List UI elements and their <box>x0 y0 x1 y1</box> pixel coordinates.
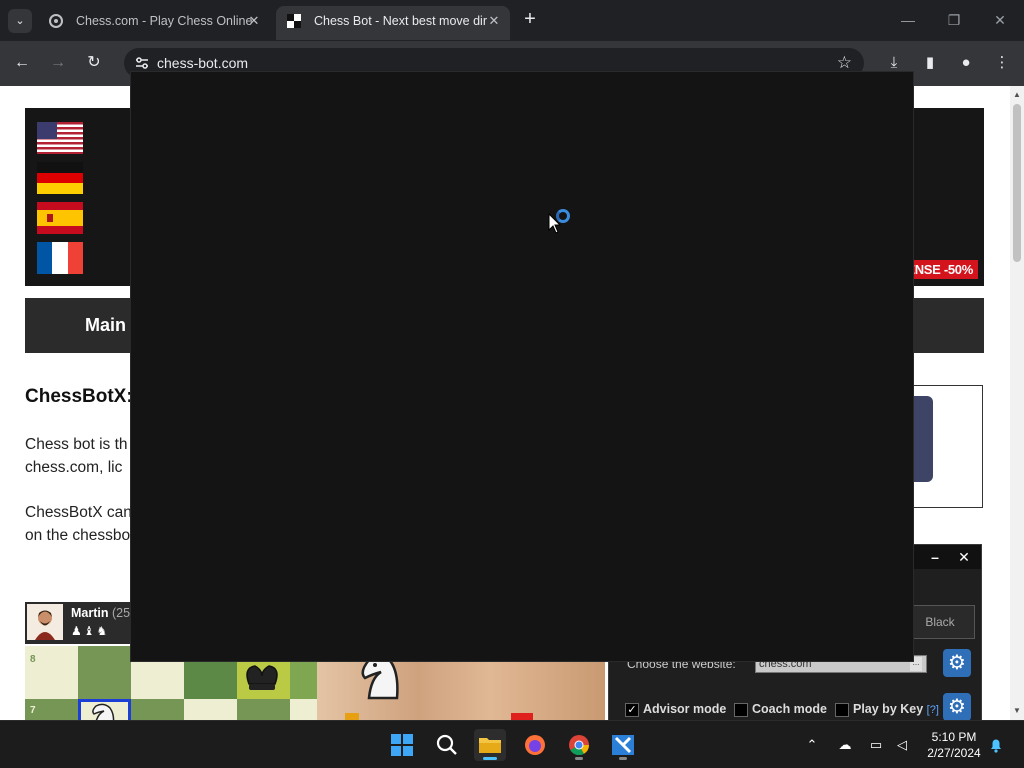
kebab-menu-icon[interactable]: ⋮ <box>990 51 1014 75</box>
new-tab-button[interactable]: + <box>520 9 540 29</box>
chessbot-app-icon[interactable] <box>607 729 639 761</box>
minimize-icon[interactable]: — <box>896 10 920 30</box>
notification-bell-icon[interactable] <box>986 735 1006 755</box>
chevron-up-icon[interactable]: ⌃ <box>802 735 822 755</box>
rank-label: 7 <box>30 705 36 716</box>
white-knight-icon[interactable] <box>87 702 121 720</box>
tab-chess-com[interactable]: Chess.com - Play Chess Online ✕ <box>38 6 270 40</box>
board-square[interactable] <box>184 699 237 720</box>
player-name: Martin (25 <box>71 606 131 620</box>
side-panel-icon[interactable]: ▮ <box>918 51 942 75</box>
menu-item-main[interactable]: Main <box>85 315 126 336</box>
tab-title: Chess.com - Play Chess Online <box>76 14 252 28</box>
scrollbar-thumb[interactable] <box>1013 104 1021 262</box>
arrow-marker <box>511 713 533 720</box>
forward-arrow-icon[interactable]: → <box>46 51 70 75</box>
close-tab-icon[interactable]: ✕ <box>246 13 262 29</box>
options-settings-gear-icon[interactable]: ⚙ <box>943 693 971 720</box>
tab-strip: ⌄ Chess.com - Play Chess Online ✕ Chess … <box>0 0 1024 41</box>
profile-icon[interactable]: ● <box>954 51 978 75</box>
board-square[interactable] <box>237 699 290 720</box>
scroll-down-icon[interactable]: ▼ <box>1010 704 1024 718</box>
onedrive-cloud-icon[interactable]: ☁ <box>835 735 855 755</box>
rank-label: 8 <box>30 654 36 665</box>
tab-search-button[interactable]: ⌄ <box>8 9 32 33</box>
close-icon[interactable]: ✕ <box>954 547 974 567</box>
clock-time: 5:10 PM <box>931 730 977 744</box>
play-by-key-label: Play by Key [?] <box>853 702 939 716</box>
player-avatar <box>27 604 63 640</box>
chess-com-favicon-icon <box>49 14 63 28</box>
clock-date: 2/27/2024 <box>927 746 981 760</box>
volume-muted-icon[interactable]: ◁ <box>892 735 912 755</box>
loading-overlay[interactable] <box>130 71 914 662</box>
advisor-mode-label: Advisor mode <box>643 702 727 716</box>
chessboard-favicon-icon <box>287 14 301 28</box>
us-flag-icon[interactable] <box>37 122 83 154</box>
coach-mode-checkbox[interactable] <box>734 703 748 717</box>
close-tab-icon[interactable]: ✕ <box>486 13 502 29</box>
intro-paragraph-line: Chess bot is th <box>25 436 128 453</box>
minimize-icon[interactable]: – <box>925 547 945 567</box>
bookmark-star-icon[interactable]: ☆ <box>837 53 852 73</box>
close-window-icon[interactable]: ✕ <box>988 10 1012 30</box>
file-explorer-icon[interactable] <box>474 729 506 761</box>
coach-mode-label: Coach mode <box>752 702 828 716</box>
chrome-icon[interactable] <box>563 729 595 761</box>
scroll-up-icon[interactable]: ▲ <box>1010 88 1024 102</box>
mouse-cursor-icon <box>548 213 562 234</box>
page-scrollbar[interactable]: ▲ ▼ <box>1010 86 1024 720</box>
player-info: Martin (25 ♟♝♞ <box>25 602 135 644</box>
promo-image[interactable] <box>913 396 933 482</box>
spain-flag-icon[interactable] <box>37 202 83 234</box>
windows-taskbar: ⌃ ☁ ▭ ◁ 5:10 PM 2/27/2024 <box>0 720 1024 768</box>
play-by-key-checkbox[interactable] <box>835 703 849 717</box>
advisor-mode-checkbox[interactable]: ✓ <box>625 703 639 717</box>
back-arrow-icon[interactable]: ← <box>10 51 34 75</box>
display-icon[interactable]: ▭ <box>866 735 886 755</box>
search-icon[interactable] <box>431 729 463 761</box>
france-flag-icon[interactable] <box>37 242 83 274</box>
reload-icon[interactable]: ↻ <box>82 51 106 75</box>
website-settings-gear-icon[interactable]: ⚙ <box>943 649 971 677</box>
description-paragraph-line: on the chessbo <box>25 527 131 544</box>
tab-title: Chess Bot - Next best move dir <box>314 14 487 28</box>
url-text: chess-bot.com <box>157 55 249 71</box>
board-square[interactable] <box>78 646 131 699</box>
description-paragraph-line: ChessBotX can <box>25 504 132 521</box>
start-windows-icon[interactable] <box>386 729 418 761</box>
tab-chess-bot[interactable]: Chess Bot - Next best move dir ✕ <box>276 6 510 40</box>
system-clock[interactable]: 5:10 PM 2/27/2024 <box>920 729 988 761</box>
page-heading: ChessBotX: <box>25 386 133 407</box>
restore-icon[interactable]: ❐ <box>942 10 966 30</box>
board-square[interactable] <box>131 699 184 720</box>
site-info-icon[interactable] <box>134 55 150 71</box>
germany-flag-icon[interactable] <box>37 162 83 194</box>
captured-pieces-icon: ♟♝♞ <box>71 624 110 638</box>
arrow-marker <box>345 713 359 720</box>
help-link[interactable]: [?] <box>927 704 939 716</box>
firefox-icon[interactable] <box>519 729 551 761</box>
intro-paragraph-line: chess.com, lic <box>25 459 123 476</box>
promo-box <box>912 385 983 508</box>
play-black-button[interactable]: Black <box>905 605 975 639</box>
